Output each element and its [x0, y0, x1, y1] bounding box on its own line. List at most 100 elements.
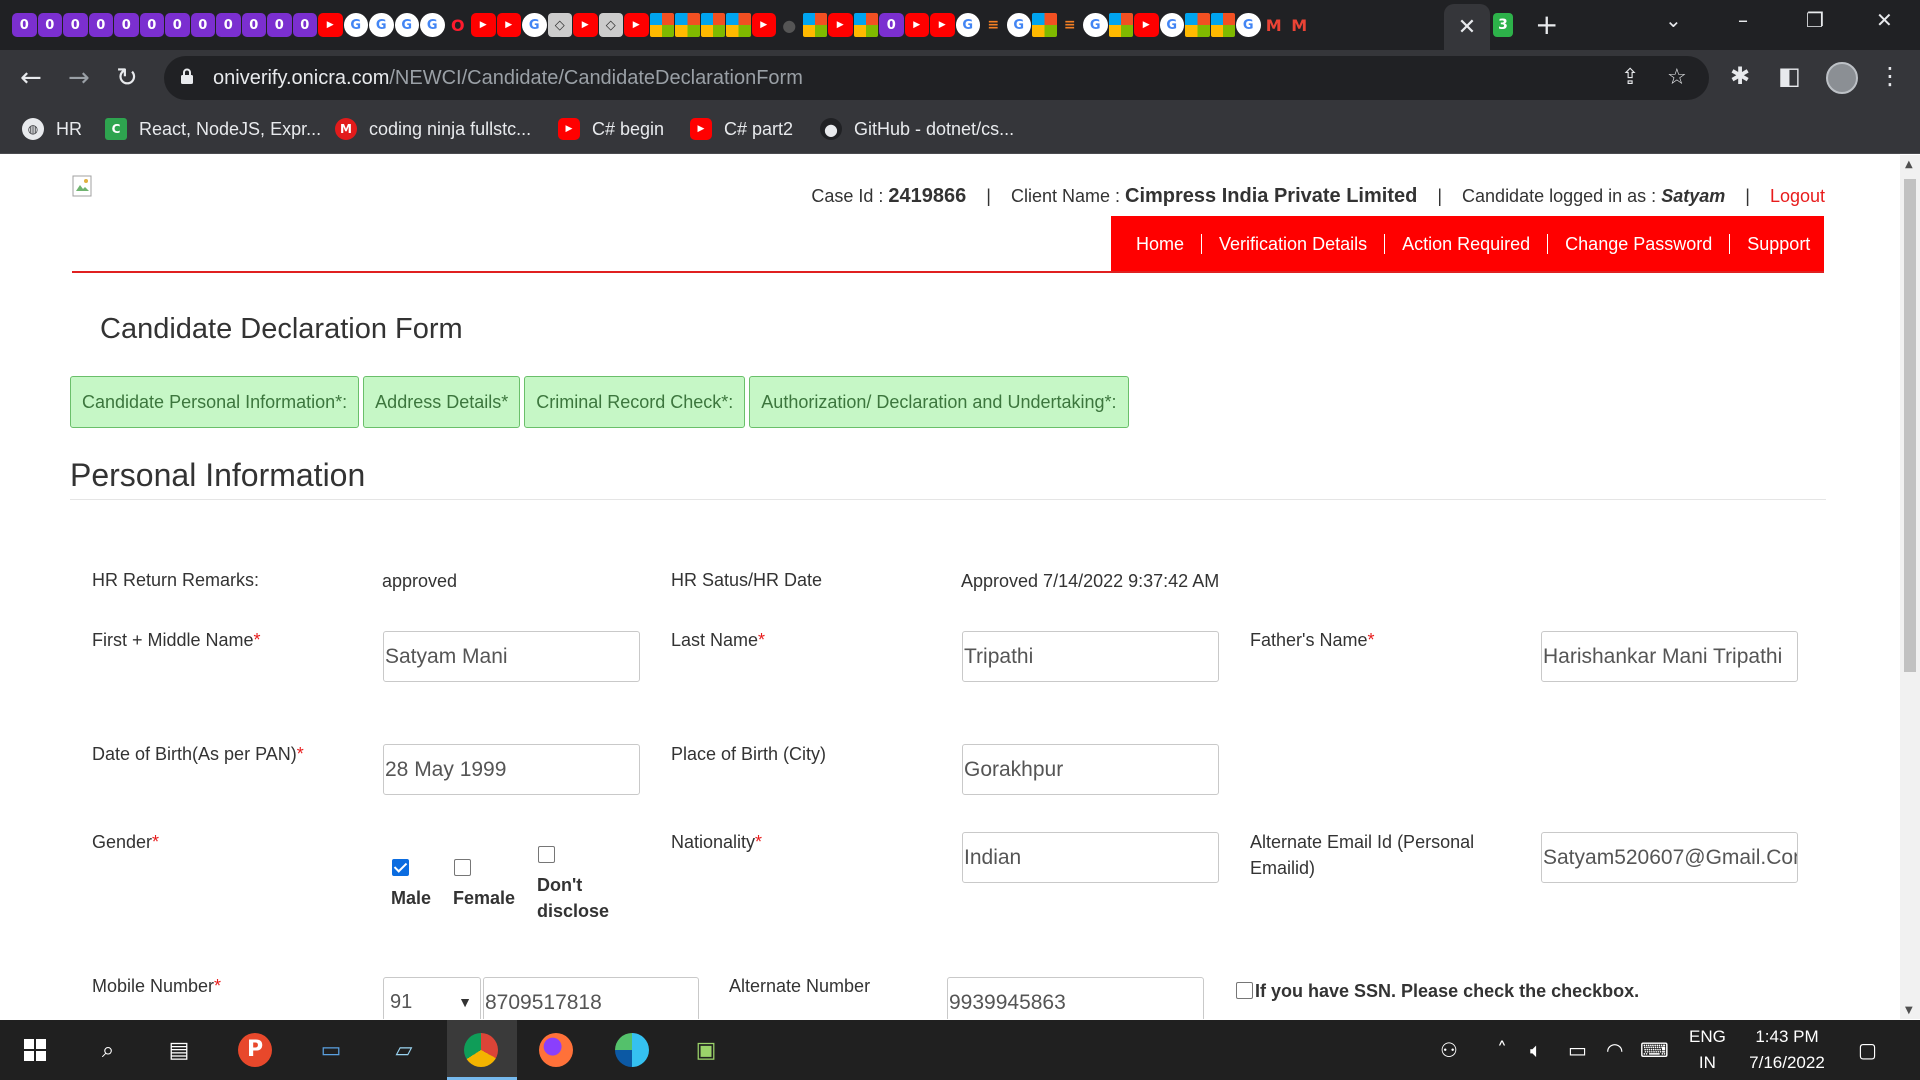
tab-favicon-icon[interactable]: 0 — [63, 13, 88, 37]
alt-email-input[interactable]: Satyam520607@Gmail.Com — [1541, 832, 1798, 883]
address-bar[interactable]: oniverify.onicra.com/NEWCI/Candidate/Can… — [164, 56, 1709, 100]
tab-favicon-icon[interactable]: 0 — [139, 13, 164, 37]
search-icon[interactable]: ⌕ — [90, 1032, 126, 1068]
tab-favicon-icon[interactable]: 0 — [37, 13, 62, 37]
bookmark-csharp-begin[interactable]: ▶ C# begin — [558, 118, 664, 140]
tab-favicon-icon[interactable]: 0 — [241, 13, 266, 37]
stackoverflow-tab-icon[interactable]: ≡ — [981, 13, 1006, 37]
nationality-input[interactable]: Indian — [962, 832, 1219, 883]
google-tab-icon[interactable]: G — [343, 13, 368, 37]
page-scrollbar[interactable]: ▲ ▼ — [1900, 155, 1920, 1019]
bookmark-star-icon[interactable]: ☆ — [1667, 65, 1687, 90]
google-tab-icon[interactable]: G — [1236, 13, 1261, 37]
notifications-icon[interactable]: ▢ — [1858, 1038, 1877, 1062]
youtube-tab-icon[interactable]: ▶ — [1134, 13, 1159, 37]
step-address-details[interactable]: Address Details* — [363, 376, 521, 428]
gmail-tab-icon[interactable]: M — [1287, 13, 1312, 37]
microsoft-tab-icon[interactable] — [1108, 13, 1133, 37]
share-icon[interactable]: ⇪ — [1621, 65, 1639, 90]
tray-chevron-up-icon[interactable]: ˄ — [1497, 1038, 1507, 1062]
step-authorization[interactable]: Authorization/ Declaration and Undertaki… — [749, 376, 1129, 428]
dob-input[interactable]: 28 May 1999 — [383, 744, 640, 795]
microsoft-tab-icon[interactable] — [1032, 13, 1057, 37]
wifi-icon[interactable]: ◠ — [1606, 1038, 1623, 1062]
stackoverflow-tab-icon[interactable]: ≡ — [1058, 13, 1083, 37]
close-window-icon[interactable]: ✕ — [1876, 8, 1893, 32]
country-code-select[interactable]: 91 ▼ — [383, 977, 481, 1019]
back-arrow-icon[interactable]: ← — [20, 62, 42, 94]
bookmark-coding-ninja[interactable]: M coding ninja fullstc... — [335, 118, 531, 140]
menu-kebab-icon[interactable]: ⋮ — [1878, 62, 1902, 90]
extensions-puzzle-icon[interactable]: ✱ — [1730, 62, 1750, 90]
keyboard-icon[interactable]: ⌨ — [1640, 1038, 1669, 1062]
microsoft-tab-icon[interactable] — [700, 13, 725, 37]
scroll-down-icon[interactable]: ▼ — [1905, 1005, 1913, 1016]
laptop-app-icon[interactable]: ▭ — [313, 1032, 349, 1068]
microsoft-tab-icon[interactable] — [853, 13, 878, 37]
microsoft-tab-icon[interactable] — [1210, 13, 1235, 37]
father-name-input[interactable]: Harishankar Mani Tripathi — [1541, 631, 1798, 682]
gmail-tab-icon[interactable]: M — [1262, 13, 1287, 37]
edge-icon[interactable] — [614, 1032, 650, 1068]
bookmark-csharp-part2[interactable]: ▶ C# part2 — [690, 118, 793, 140]
opera-tab-icon[interactable]: O — [446, 13, 471, 37]
clock[interactable]: 1:43 PM 7/16/2022 — [1742, 1024, 1832, 1076]
microsoft-tab-icon[interactable] — [649, 13, 674, 37]
google-tab-icon[interactable]: G — [1083, 13, 1108, 37]
google-tab-icon[interactable]: G — [522, 13, 547, 37]
google-tab-icon[interactable]: G — [1159, 13, 1184, 37]
youtube-tab-icon[interactable]: ▶ — [828, 13, 853, 37]
gender-female-checkbox[interactable] — [454, 859, 471, 876]
tab-favicon-icon[interactable]: 0 — [267, 13, 292, 37]
nav-support[interactable]: Support — [1730, 234, 1827, 254]
place-of-birth-input[interactable]: Gorakhpur — [962, 744, 1219, 795]
firefox-icon[interactable] — [538, 1032, 574, 1068]
step-personal-information[interactable]: Candidate Personal Information*: — [70, 376, 360, 428]
tab-favicon-icon[interactable]: 0 — [190, 13, 215, 37]
forward-arrow-icon[interactable]: → — [68, 62, 90, 94]
side-panel-icon[interactable]: ◧ — [1778, 62, 1801, 90]
nav-action-required[interactable]: Action Required — [1385, 234, 1549, 254]
restore-icon[interactable]: ❐ — [1806, 8, 1824, 32]
step-criminal-record-check[interactable]: Criminal Record Check*: — [524, 376, 746, 428]
tab-favicon-icon[interactable]: 0 — [165, 13, 190, 37]
windows-start-icon[interactable] — [17, 1032, 53, 1068]
logout-link[interactable]: Logout — [1770, 186, 1825, 207]
google-tab-icon[interactable]: G — [394, 13, 419, 37]
youtube-tab-icon[interactable]: ▶ — [471, 13, 496, 37]
youtube-tab-icon[interactable]: ▶ — [904, 13, 929, 37]
image-viewer-icon[interactable]: ▣ — [688, 1032, 724, 1068]
tab-favicon-icon[interactable]: 0 — [114, 13, 139, 37]
scrollbar-thumb[interactable] — [1904, 179, 1916, 672]
postman-icon[interactable]: P — [237, 1032, 273, 1068]
youtube-tab-icon[interactable]: ▶ — [751, 13, 776, 37]
youtube-tab-icon[interactable]: ▶ — [573, 13, 598, 37]
tab-favicon-icon[interactable]: 0 — [88, 13, 113, 37]
tab-favicon-icon[interactable]: 0 — [879, 13, 904, 37]
bookmark-hr[interactable]: ◍ HR — [22, 118, 82, 140]
nav-verification-details[interactable]: Verification Details — [1202, 234, 1386, 254]
gender-male-checkbox[interactable] — [392, 859, 409, 876]
microsoft-tab-icon[interactable] — [675, 13, 700, 37]
nav-change-password[interactable]: Change Password — [1548, 234, 1731, 254]
google-tab-icon[interactable]: G — [369, 13, 394, 37]
scroll-up-icon[interactable]: ▲ — [1905, 159, 1913, 170]
youtube-tab-icon[interactable]: ▶ — [318, 13, 343, 37]
people-icon[interactable]: ⚇ — [1440, 1038, 1458, 1062]
ssn-checkbox[interactable] — [1236, 982, 1253, 999]
microsoft-tab-icon[interactable] — [1185, 13, 1210, 37]
task-view-icon[interactable]: ▤ — [161, 1032, 197, 1068]
profile-avatar[interactable] — [1826, 62, 1858, 94]
microsoft-tab-icon[interactable] — [802, 13, 827, 37]
url-text[interactable]: oniverify.onicra.com/NEWCI/Candidate/Can… — [213, 67, 803, 90]
youtube-tab-icon[interactable]: ▶ — [624, 13, 649, 37]
youtube-tab-icon[interactable]: ▶ — [496, 13, 521, 37]
bookmark-react[interactable]: C React, NodeJS, Expr... — [105, 118, 321, 140]
google-tab-icon[interactable]: G — [1006, 13, 1031, 37]
tab-favicon-icon[interactable]: 0 — [216, 13, 241, 37]
tab-favicon-icon[interactable]: 0 — [12, 13, 37, 37]
minimize-icon[interactable]: – — [1738, 8, 1748, 32]
alt-number-input[interactable]: 9939945863 — [947, 977, 1204, 1019]
youtube-tab-icon[interactable]: ▶ — [930, 13, 955, 37]
tab-favicon-icon[interactable]: 0 — [292, 13, 317, 37]
